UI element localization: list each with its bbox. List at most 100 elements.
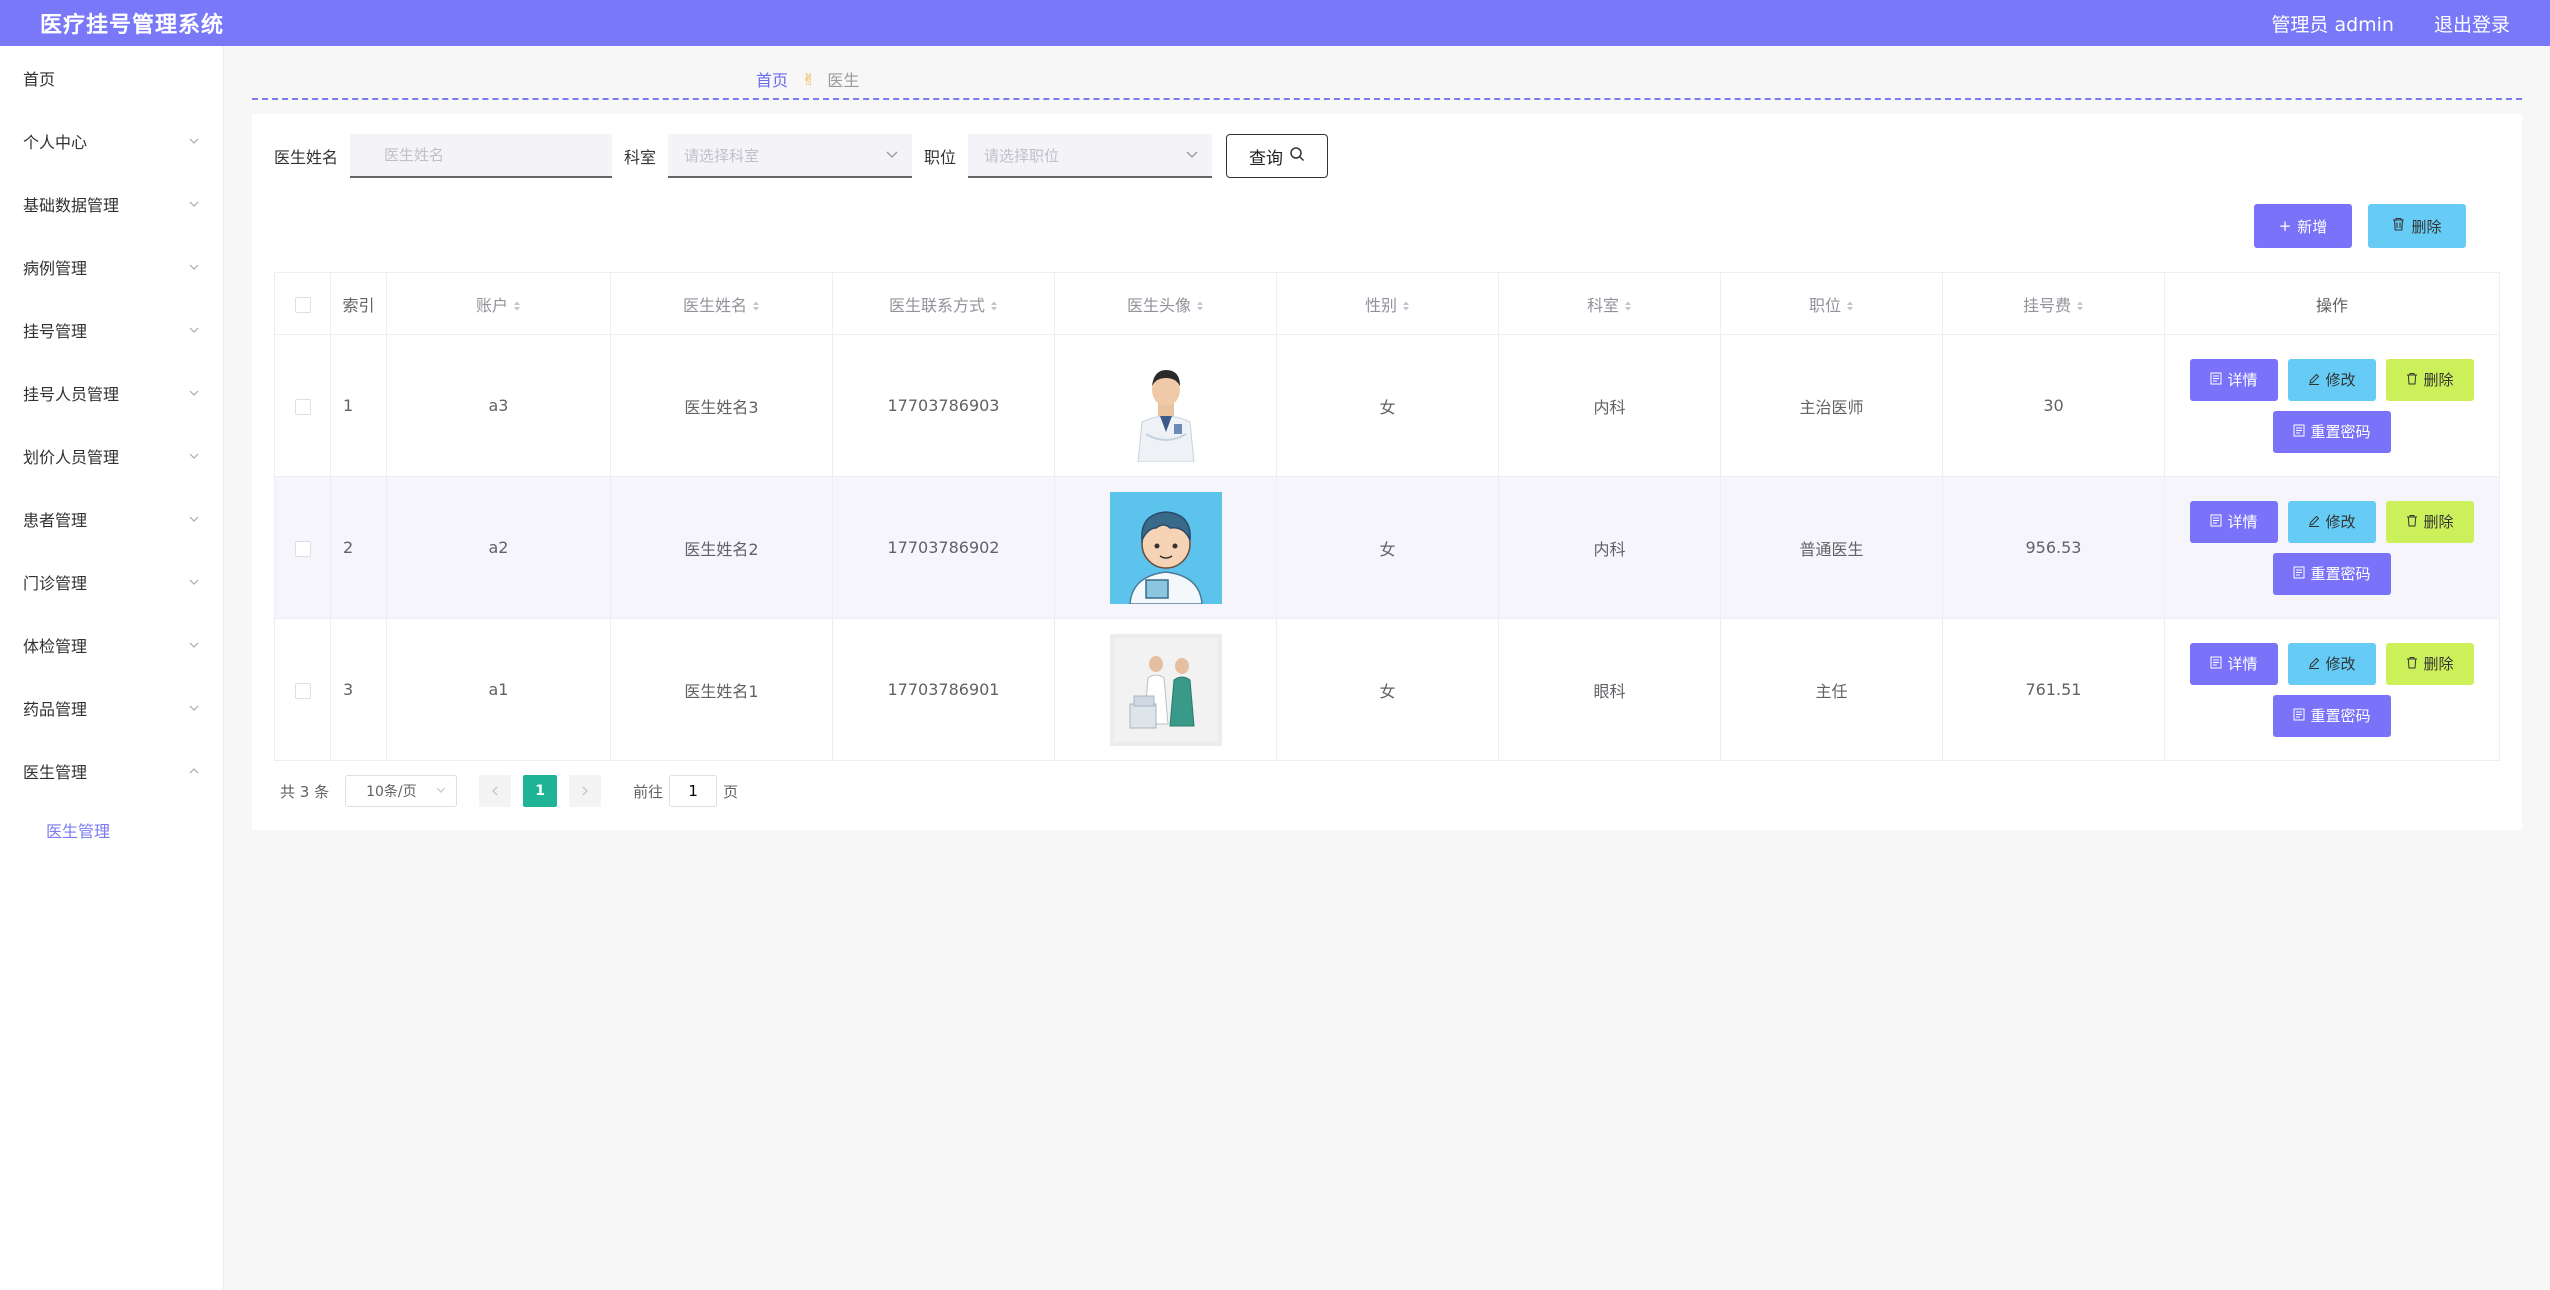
reset-password-button[interactable]: 重置密码 (2273, 552, 2391, 595)
delete-button[interactable]: 删除 (2386, 358, 2474, 401)
chevron-down-icon (189, 640, 199, 650)
delete-button[interactable]: 删除 (2386, 500, 2474, 543)
col-account[interactable]: 账户 (386, 272, 611, 335)
doctor-name-input[interactable] (350, 134, 613, 178)
detail-button[interactable]: 详情 (2190, 500, 2278, 543)
sidebar-item-registration[interactable]: 挂号管理 (0, 298, 223, 361)
detail-button[interactable]: 详情 (2190, 358, 2278, 401)
row-checkbox[interactable] (294, 540, 311, 557)
search-bar: 医生姓名 科室 请选择科室 职位 请选择职位 查询 (274, 134, 1329, 178)
chevron-down-icon (189, 577, 199, 587)
sidebar-item-checkup[interactable]: 体检管理 (0, 613, 223, 676)
col-name[interactable]: 医生姓名 (610, 272, 833, 335)
doctor-avatar-image[interactable] (1109, 491, 1222, 604)
sidebar-item-label: 划价人员管理 (23, 447, 120, 467)
reset-password-button[interactable]: 重置密码 (2273, 694, 2391, 737)
col-department[interactable]: 科室 (1498, 272, 1721, 335)
col-avatar[interactable]: 医生头像 (1054, 272, 1277, 335)
row-position: 主任 (1720, 618, 1943, 761)
logout-link[interactable]: 退出登录 (2434, 10, 2510, 37)
department-select[interactable]: 请选择科室 (668, 134, 913, 178)
table-row: 2 a2 医生姓名2 17703786902 女 内科 普通医生 956.53 … (274, 476, 2500, 619)
chevron-down-icon (886, 146, 898, 164)
sidebar-item-label: 患者管理 (23, 510, 88, 530)
breadcrumb: 首页 ✌ 医生 (252, 60, 2522, 100)
col-phone[interactable]: 医生联系方式 (832, 272, 1055, 335)
edit-button[interactable]: 修改 (2288, 642, 2376, 685)
detail-button[interactable]: 详情 (2190, 642, 2278, 685)
search-icon (1289, 146, 1305, 167)
sidebar-item-medicine[interactable]: 药品管理 (0, 676, 223, 739)
page-number-current[interactable]: 1 (523, 775, 558, 807)
sidebar-item-pricing-staff[interactable]: 划价人员管理 (0, 424, 223, 487)
trash-icon (2392, 217, 2405, 235)
row-department: 内科 (1498, 476, 1721, 619)
pencil-icon (2308, 655, 2320, 673)
sort-icon[interactable] (1624, 297, 1632, 316)
sidebar-item-basic-data[interactable]: 基础数据管理 (0, 172, 223, 235)
page-size-select[interactable]: 10条/页 (345, 775, 458, 807)
sort-icon[interactable] (1402, 297, 1410, 316)
doctor-avatar-image[interactable] (1109, 349, 1222, 462)
row-select-cell (274, 334, 331, 477)
sidebar-item-outpatient[interactable]: 门诊管理 (0, 550, 223, 613)
delete-button[interactable]: 删除 (2386, 642, 2474, 685)
chevron-down-icon (189, 514, 199, 524)
sort-icon[interactable] (990, 297, 998, 316)
reset-password-button[interactable]: 重置密码 (2273, 410, 2391, 453)
sidebar-item-home[interactable]: 首页 (0, 46, 223, 109)
breadcrumb-home[interactable]: 首页 (756, 67, 788, 91)
add-button[interactable]: + 新增 (2254, 204, 2352, 248)
row-ops: 详情 修改 删除 重置密码 (2165, 500, 2499, 595)
sort-icon[interactable] (513, 297, 521, 316)
chevron-right-icon (581, 782, 589, 800)
sidebar-item-doctors[interactable]: 医生管理 (0, 739, 223, 802)
row-checkbox[interactable] (294, 398, 311, 415)
sidebar-item-label: 首页 (23, 69, 56, 89)
query-button[interactable]: 查询 (1226, 134, 1329, 178)
row-name: 医生姓名3 (610, 334, 833, 477)
trash-icon (2406, 371, 2418, 389)
sort-icon[interactable] (1196, 297, 1204, 316)
row-account: a2 (386, 476, 611, 619)
row-avatar-cell (1054, 334, 1277, 477)
reset-password-button-label: 重置密码 (2310, 565, 2371, 583)
doctor-table: 索引 账户 医生姓名 医生联系方式 医生头像 性别 科室 职位 挂号费 操作 1… (274, 272, 2500, 761)
document-icon (2210, 513, 2222, 531)
sort-icon[interactable] (1846, 297, 1854, 316)
sidebar-item-label: 挂号管理 (23, 321, 88, 341)
col-index: 索引 (330, 272, 387, 335)
col-position[interactable]: 职位 (1720, 272, 1943, 335)
edit-button-label: 修改 (2325, 513, 2356, 531)
edit-button[interactable]: 修改 (2288, 500, 2376, 543)
sidebar: 首页 个人中心 基础数据管理 病例管理 挂号管理 挂号人员管理 划价人员管理 患… (0, 46, 224, 1290)
sidebar-item-registrar-staff[interactable]: 挂号人员管理 (0, 361, 223, 424)
sidebar-subitem-doctor-management[interactable]: 医生管理 (0, 802, 223, 858)
add-button-label: 新增 (2297, 217, 2328, 236)
reset-password-button-label: 重置密码 (2310, 423, 2371, 441)
pagination-total: 共 3 条 (280, 782, 330, 801)
page-size-value: 10条/页 (366, 784, 417, 800)
sort-icon[interactable] (752, 297, 760, 316)
batch-delete-button[interactable]: 删除 (2368, 204, 2466, 248)
doctor-avatar-image[interactable] (1109, 633, 1222, 746)
goto-page-input[interactable] (669, 775, 718, 807)
sidebar-item-label: 药品管理 (23, 699, 88, 719)
sidebar-item-personal[interactable]: 个人中心 (0, 109, 223, 172)
row-select-cell (274, 618, 331, 761)
prev-page-button[interactable] (479, 775, 512, 807)
document-icon (2293, 707, 2305, 725)
sort-icon[interactable] (2076, 297, 2084, 316)
row-name: 医生姓名1 (610, 618, 833, 761)
col-fee[interactable]: 挂号费 (1942, 272, 2165, 335)
row-index: 3 (330, 618, 387, 761)
row-checkbox[interactable] (294, 682, 311, 699)
col-gender[interactable]: 性别 (1276, 272, 1499, 335)
next-page-button[interactable] (569, 775, 602, 807)
edit-button[interactable]: 修改 (2288, 358, 2376, 401)
sidebar-item-patients[interactable]: 患者管理 (0, 487, 223, 550)
position-select[interactable]: 请选择职位 (968, 134, 1213, 178)
sidebar-item-cases[interactable]: 病例管理 (0, 235, 223, 298)
row-account: a3 (386, 334, 611, 477)
select-all-checkbox[interactable] (294, 296, 311, 313)
